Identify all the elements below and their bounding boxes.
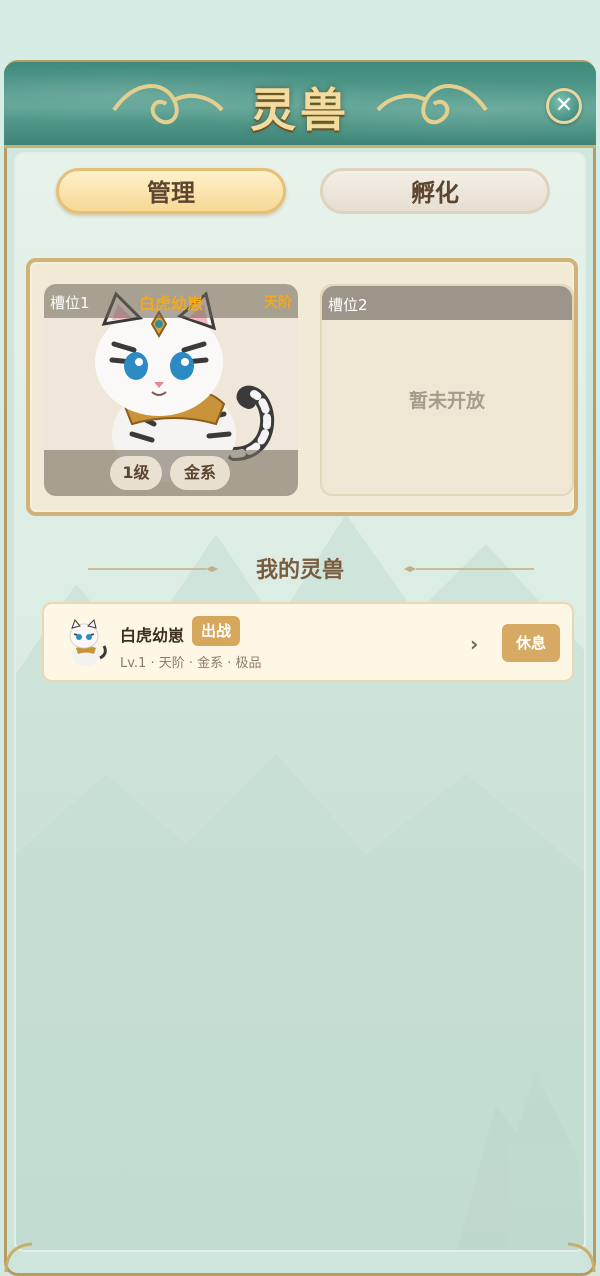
pet-slot-1[interactable]: 槽位1 白虎幼崽 天阶 1级 金系 — [44, 284, 298, 496]
level-badge: 1级 — [110, 456, 162, 490]
pet-details: Lv.1 · 天阶 · 金系 · 极品 — [120, 656, 262, 671]
slot-label: 槽位2 — [328, 296, 368, 314]
slot-locked-text: 暂未开放 — [408, 390, 485, 412]
corner-ornament-icon — [4, 1242, 33, 1273]
slot-grade: 天阶 — [264, 295, 292, 311]
header-bar: 灵兽 — [4, 62, 596, 148]
white-tiger-icon — [69, 619, 107, 666]
slot-pet-name: 白虎幼崽 — [138, 294, 203, 313]
corner-ornament-icon — [567, 1242, 596, 1273]
tab-manage[interactable]: 管理 — [56, 168, 286, 214]
tab-hatch-label: 孵化 — [411, 179, 459, 207]
chevron-right-icon[interactable]: › — [470, 632, 478, 656]
close-button[interactable]: ✕ — [546, 88, 582, 124]
tab-manage-label: 管理 — [147, 179, 195, 207]
pet-name: 白虎幼崽 — [120, 626, 185, 645]
close-icon: ✕ — [554, 93, 574, 118]
rest-button[interactable]: 休息 — [502, 624, 560, 662]
pet-list-item[interactable]: 白虎幼崽 出战 Lv.1 · 天阶 · 金系 · 极品 › 休息 — [42, 602, 574, 682]
tab-hatch[interactable]: 孵化 — [320, 168, 550, 214]
element-badge: 金系 — [170, 456, 230, 490]
slots-container: 槽位1 白虎幼崽 天阶 1级 金系 槽位2 暂未开放 — [26, 258, 578, 516]
page-title: 灵兽 — [250, 83, 350, 137]
status-badge: 出战 — [192, 616, 240, 646]
main-panel: 管理 孵化 槽位1 白虎幼崽 天阶 1级 金系 槽位2 暂未开放 我的灵兽 白虎… — [14, 152, 586, 1252]
divider-ornament-icon — [404, 566, 534, 572]
pet-slot-2[interactable]: 槽位2 暂未开放 — [320, 284, 574, 496]
